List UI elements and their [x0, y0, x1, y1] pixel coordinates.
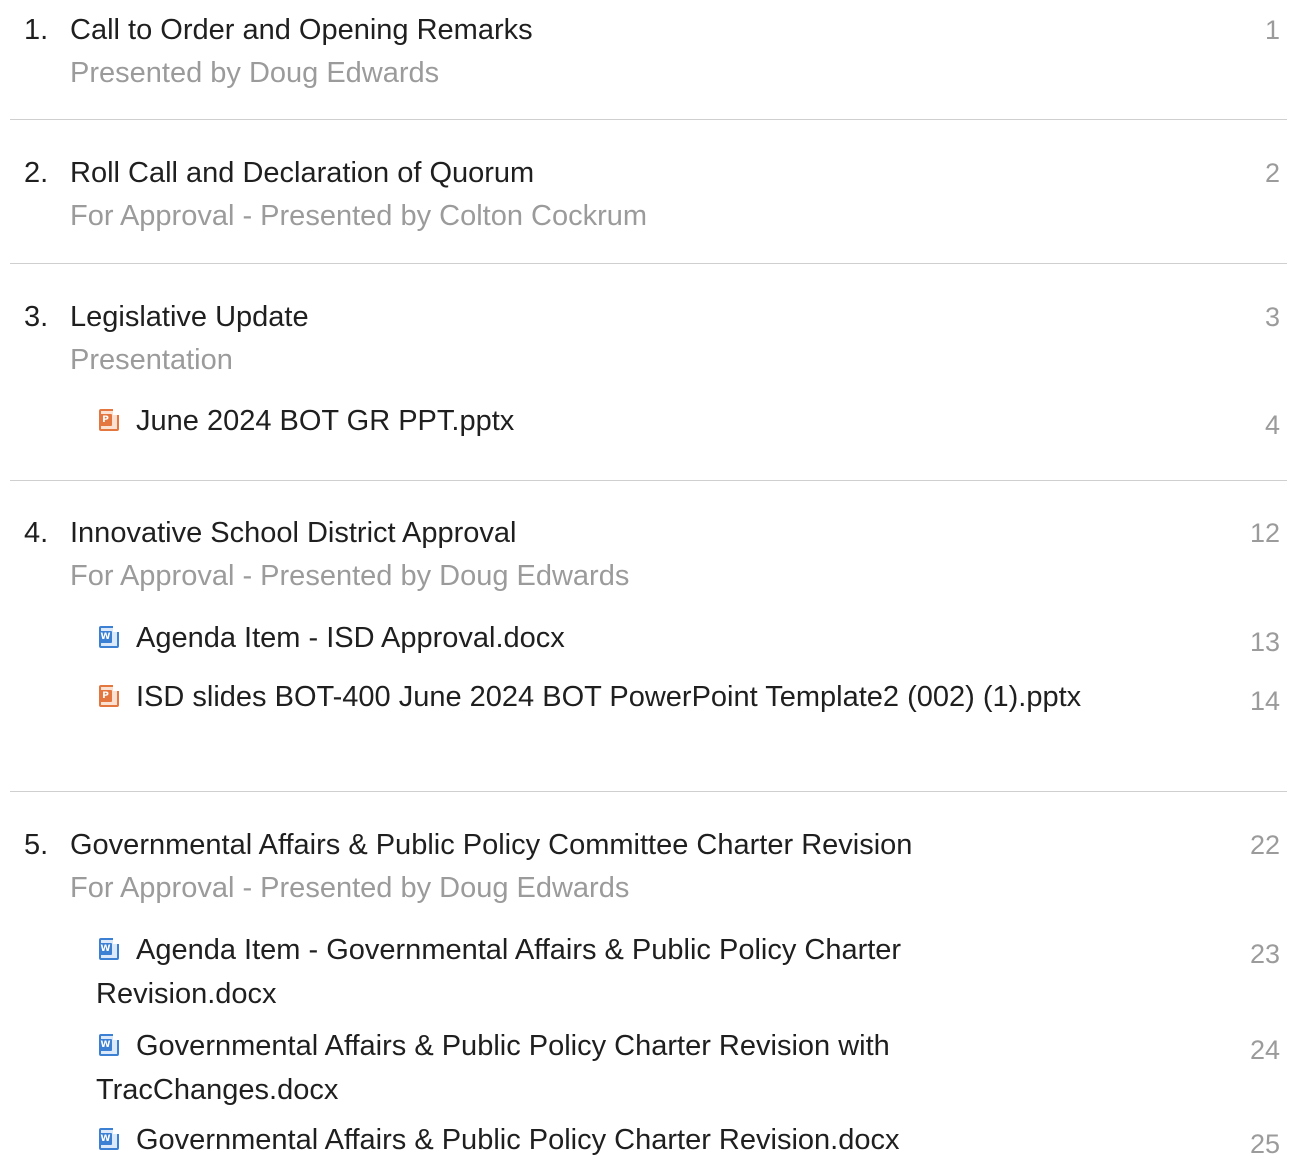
word-file-icon: W: [96, 624, 122, 650]
word-file-icon: W: [96, 1126, 122, 1152]
attachment-name[interactable]: Governmental Affairs & Public Policy Cha…: [96, 1030, 890, 1106]
agenda-item-header[interactable]: 3. Legislative Update 3: [0, 297, 1294, 337]
item-presenter: For Approval - Presented by Colton Cockr…: [70, 200, 648, 232]
item-presenter: For Approval - Presented by Doug Edwards: [70, 560, 630, 592]
page-number: 1: [1264, 15, 1280, 45]
attachment-link[interactable]: P June 2024 BOT GR PPT.pptx: [96, 399, 1096, 443]
word-file-icon: W: [96, 1032, 122, 1058]
item-presenter: For Approval - Presented by Doug Edwards: [70, 872, 630, 904]
item-presenter: Presentation: [70, 344, 233, 376]
page-number: 24: [1249, 1035, 1280, 1065]
divider: [10, 480, 1287, 481]
attachment-name[interactable]: Governmental Affairs & Public Policy Cha…: [136, 1124, 899, 1156]
page-number: 4: [1264, 410, 1280, 440]
item-number: 4.: [24, 517, 49, 549]
item-title[interactable]: Roll Call and Declaration of Quorum: [70, 153, 534, 193]
item-title[interactable]: Innovative School District Approval: [70, 513, 517, 553]
attachment-name[interactable]: Agenda Item - Governmental Affairs & Pub…: [96, 934, 901, 1010]
page-number: 22: [1249, 830, 1280, 860]
page-number: 12: [1249, 518, 1280, 548]
powerpoint-file-icon: P: [96, 683, 122, 709]
word-file-icon: W: [96, 936, 122, 962]
attachment-link[interactable]: W Agenda Item - ISD Approval.docx: [96, 616, 1096, 660]
item-presenter: Presented by Doug Edwards: [70, 57, 440, 89]
attachment-link[interactable]: W Agenda Item - Governmental Affairs & Pu…: [96, 928, 1056, 1016]
attachment-link[interactable]: W Governmental Affairs & Public Policy Ch…: [96, 1024, 1056, 1112]
item-number: 1.: [24, 14, 49, 46]
agenda-item-header[interactable]: 4. Innovative School District Approval 1…: [0, 513, 1294, 553]
item-title[interactable]: Governmental Affairs & Public Policy Com…: [70, 825, 912, 865]
attachment-name[interactable]: Agenda Item - ISD Approval.docx: [136, 622, 565, 654]
agenda-item-header[interactable]: 1. Call to Order and Opening Remarks 1: [0, 10, 1294, 50]
powerpoint-file-icon: P: [96, 407, 122, 433]
page-number: 13: [1249, 627, 1280, 657]
item-number: 5.: [24, 829, 49, 861]
agenda-item-header[interactable]: 2. Roll Call and Declaration of Quorum 2: [0, 153, 1294, 193]
attachment-name[interactable]: June 2024 BOT GR PPT.pptx: [136, 405, 514, 437]
divider: [10, 263, 1287, 264]
page-number: 25: [1249, 1129, 1280, 1159]
attachment-link[interactable]: W Governmental Affairs & Public Policy Ch…: [96, 1118, 1096, 1162]
agenda-item-header[interactable]: 5. Governmental Affairs & Public Policy …: [0, 825, 1294, 865]
page-number: 23: [1249, 939, 1280, 969]
divider: [10, 791, 1287, 792]
item-number: 3.: [24, 301, 49, 333]
item-number: 2.: [24, 157, 49, 189]
item-title[interactable]: Legislative Update: [70, 297, 309, 337]
attachment-name[interactable]: ISD slides BOT-400 June 2024 BOT PowerPo…: [136, 681, 1081, 713]
page-number: 3: [1264, 302, 1280, 332]
page-number: 14: [1249, 686, 1280, 716]
page-number: 2: [1264, 158, 1280, 188]
agenda-list: 1. Call to Order and Opening Remarks 1 P…: [0, 0, 1294, 1159]
item-title[interactable]: Call to Order and Opening Remarks: [70, 10, 533, 50]
attachment-link[interactable]: P ISD slides BOT-400 June 2024 BOT PowerP…: [96, 675, 1096, 719]
divider: [10, 119, 1287, 120]
